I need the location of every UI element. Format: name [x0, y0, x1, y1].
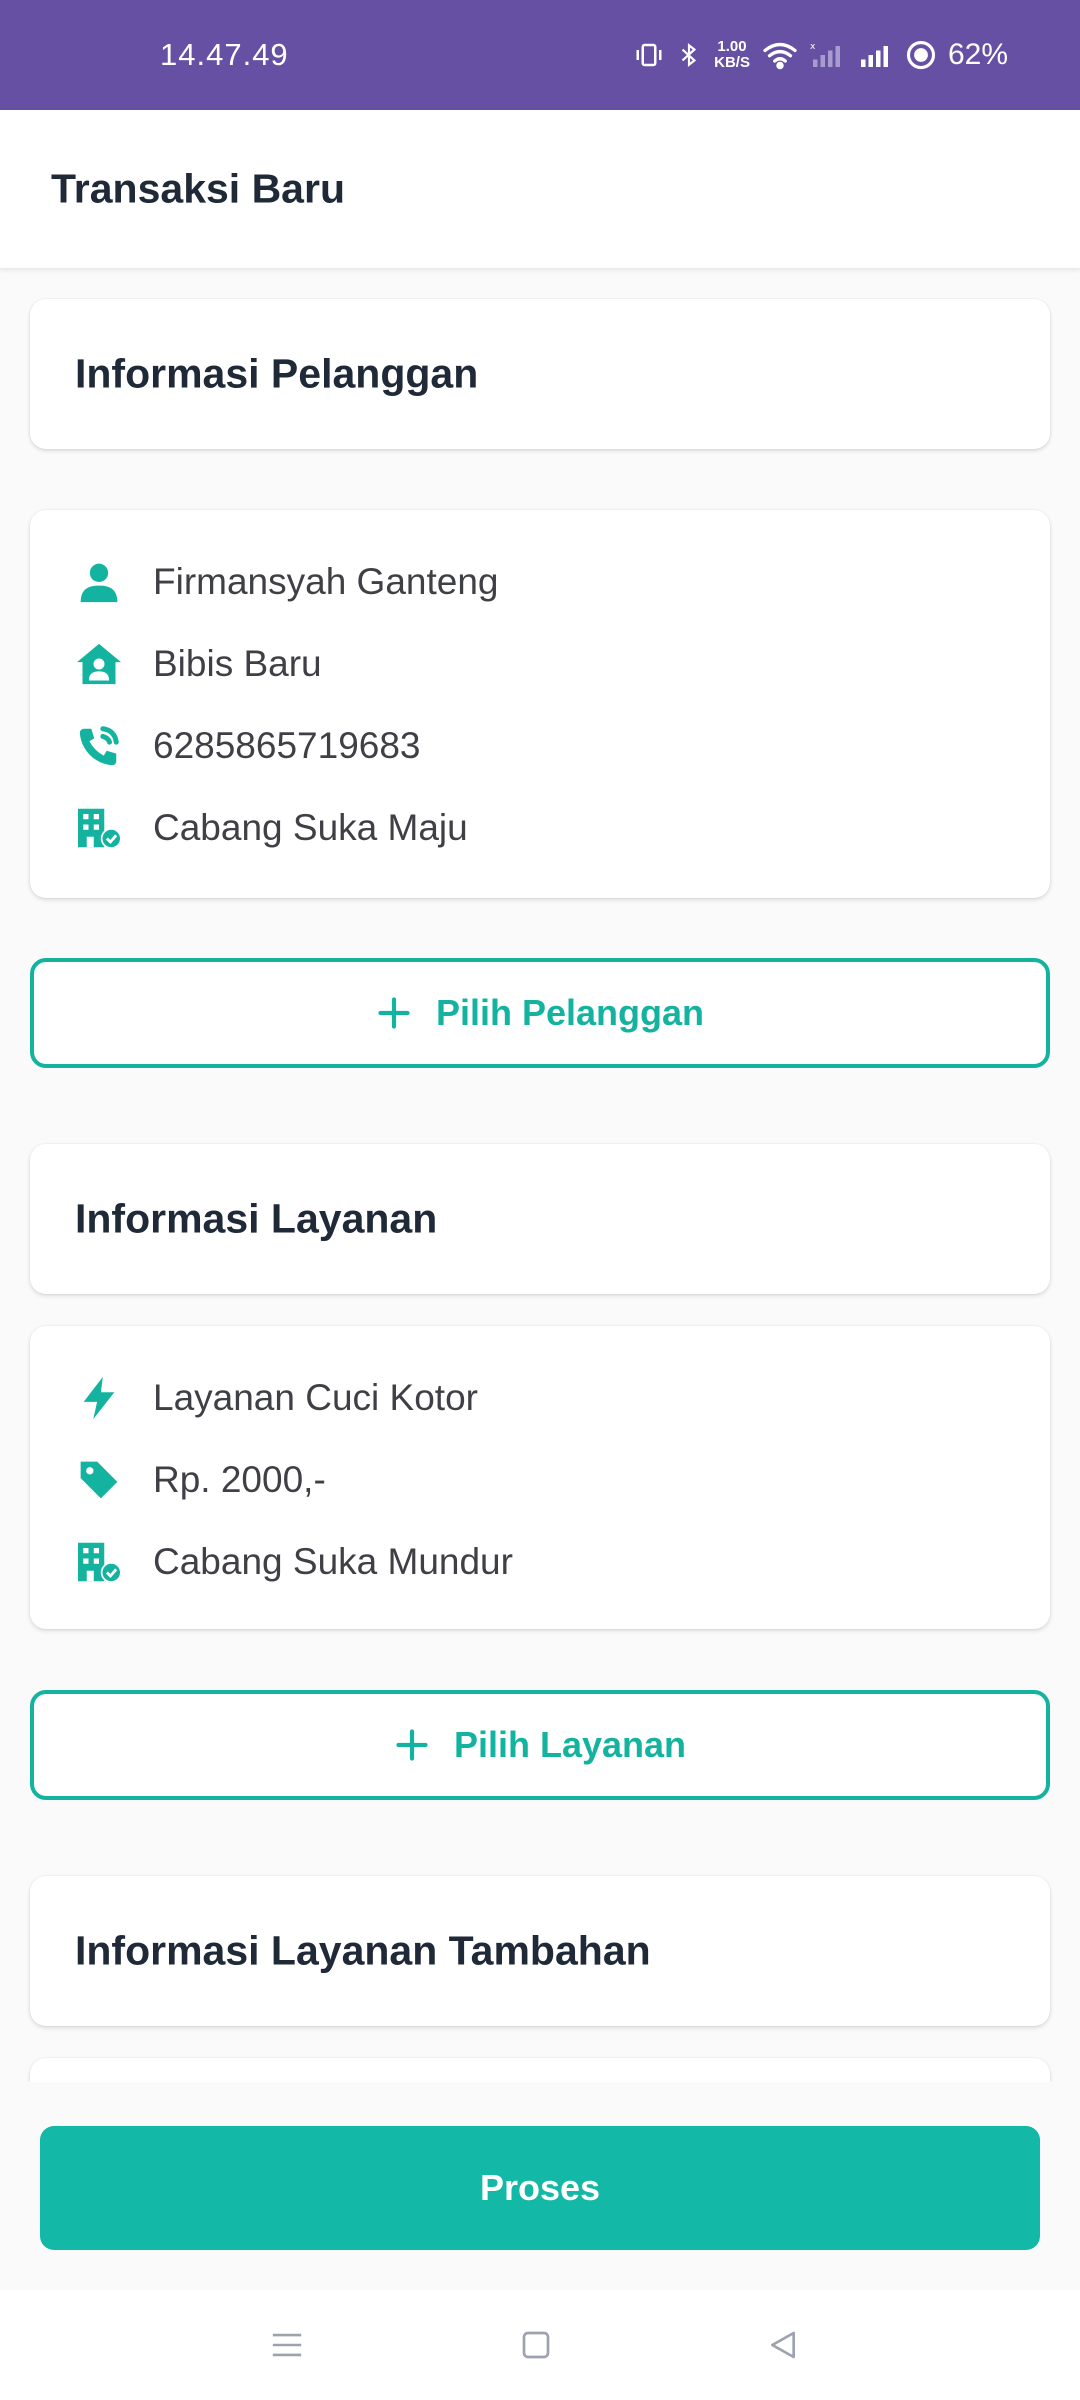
battery-icon — [906, 40, 936, 70]
customer-section-title: Informasi Pelanggan — [75, 350, 479, 397]
app-bar: Transaksi Baru — [0, 110, 1080, 270]
page-title: Transaksi Baru — [51, 165, 345, 212]
content-scroll[interactable]: Informasi Pelanggan Firmansyah Ganteng B… — [0, 272, 1080, 2082]
customer-section-header: Informasi Pelanggan — [30, 299, 1050, 449]
bottom-action-area: Proses — [0, 2082, 1080, 2290]
bluetooth-icon — [676, 40, 702, 70]
customer-branch: Cabang Suka Maju — [153, 807, 468, 848]
process-button[interactable]: Proses — [40, 2126, 1040, 2250]
battery-percent: 62% — [947, 38, 1008, 71]
customer-branch-row: Cabang Suka Maju — [75, 798, 468, 858]
extra-service-details-card — [30, 2058, 1050, 2082]
net-speed-value: 1.00 — [717, 38, 747, 55]
plus-icon — [376, 995, 412, 1031]
process-button-label: Proses — [479, 2167, 601, 2208]
tag-icon — [75, 1456, 123, 1504]
building-check-icon — [75, 804, 123, 852]
customer-name: Firmansyah Ganteng — [153, 561, 499, 602]
service-section-title: Informasi Layanan — [75, 1195, 438, 1242]
home-icon[interactable] — [520, 2329, 552, 2361]
customer-phone: 6285865719683 — [153, 725, 421, 766]
select-service-label: Pilih Layanan — [453, 1724, 687, 1765]
vibrate-icon — [634, 40, 664, 70]
service-branch-row: Cabang Suka Mundur — [75, 1532, 513, 1592]
service-name-row: Layanan Cuci Kotor — [75, 1368, 478, 1428]
menu-icon[interactable] — [270, 2330, 304, 2360]
customer-name-row: Firmansyah Ganteng — [75, 552, 499, 612]
svg-text:x: x — [810, 42, 816, 52]
customer-phone-row: 6285865719683 — [75, 716, 421, 776]
service-branch: Cabang Suka Mundur — [153, 1541, 513, 1582]
signal-empty-icon: x — [810, 40, 846, 70]
wifi-icon — [762, 40, 798, 70]
status-bar: 14.47.49 1.00 KB/S x 62% — [0, 0, 1080, 110]
status-time: 14.47.49 — [160, 37, 289, 72]
extra-service-section-title: Informasi Layanan Tambahan — [75, 1927, 651, 1974]
net-speed: 1.00 KB/S — [714, 39, 750, 71]
customer-address-row: Bibis Baru — [75, 634, 322, 694]
phone-call-icon — [75, 722, 123, 770]
service-price: Rp. 2000,- — [153, 1459, 326, 1500]
person-icon — [75, 558, 123, 606]
extra-service-section-header: Informasi Layanan Tambahan — [30, 1876, 1050, 2026]
customer-address: Bibis Baru — [153, 643, 322, 684]
net-speed-unit: KB/S — [714, 54, 750, 71]
signal-icon — [858, 40, 894, 70]
bolt-icon — [75, 1374, 123, 1422]
select-service-button[interactable]: Pilih Layanan — [30, 1690, 1050, 1800]
back-icon[interactable] — [767, 2329, 799, 2361]
service-name: Layanan Cuci Kotor — [153, 1377, 478, 1418]
status-icons: 1.00 KB/S x 62% — [634, 38, 1008, 72]
service-details-card: Layanan Cuci Kotor Rp. 2000,- Cabang Suk… — [30, 1326, 1050, 1629]
customer-details-card: Firmansyah Ganteng Bibis Baru 6285865719… — [30, 510, 1050, 898]
service-price-row: Rp. 2000,- — [75, 1450, 326, 1510]
select-customer-button[interactable]: Pilih Pelanggan — [30, 958, 1050, 1068]
home-user-icon — [75, 640, 123, 688]
building-check-icon — [75, 1538, 123, 1586]
plus-icon — [394, 1727, 430, 1763]
system-nav-bar — [0, 2290, 1080, 2400]
service-section-header: Informasi Layanan — [30, 1144, 1050, 1294]
select-customer-label: Pilih Pelanggan — [435, 992, 705, 1033]
